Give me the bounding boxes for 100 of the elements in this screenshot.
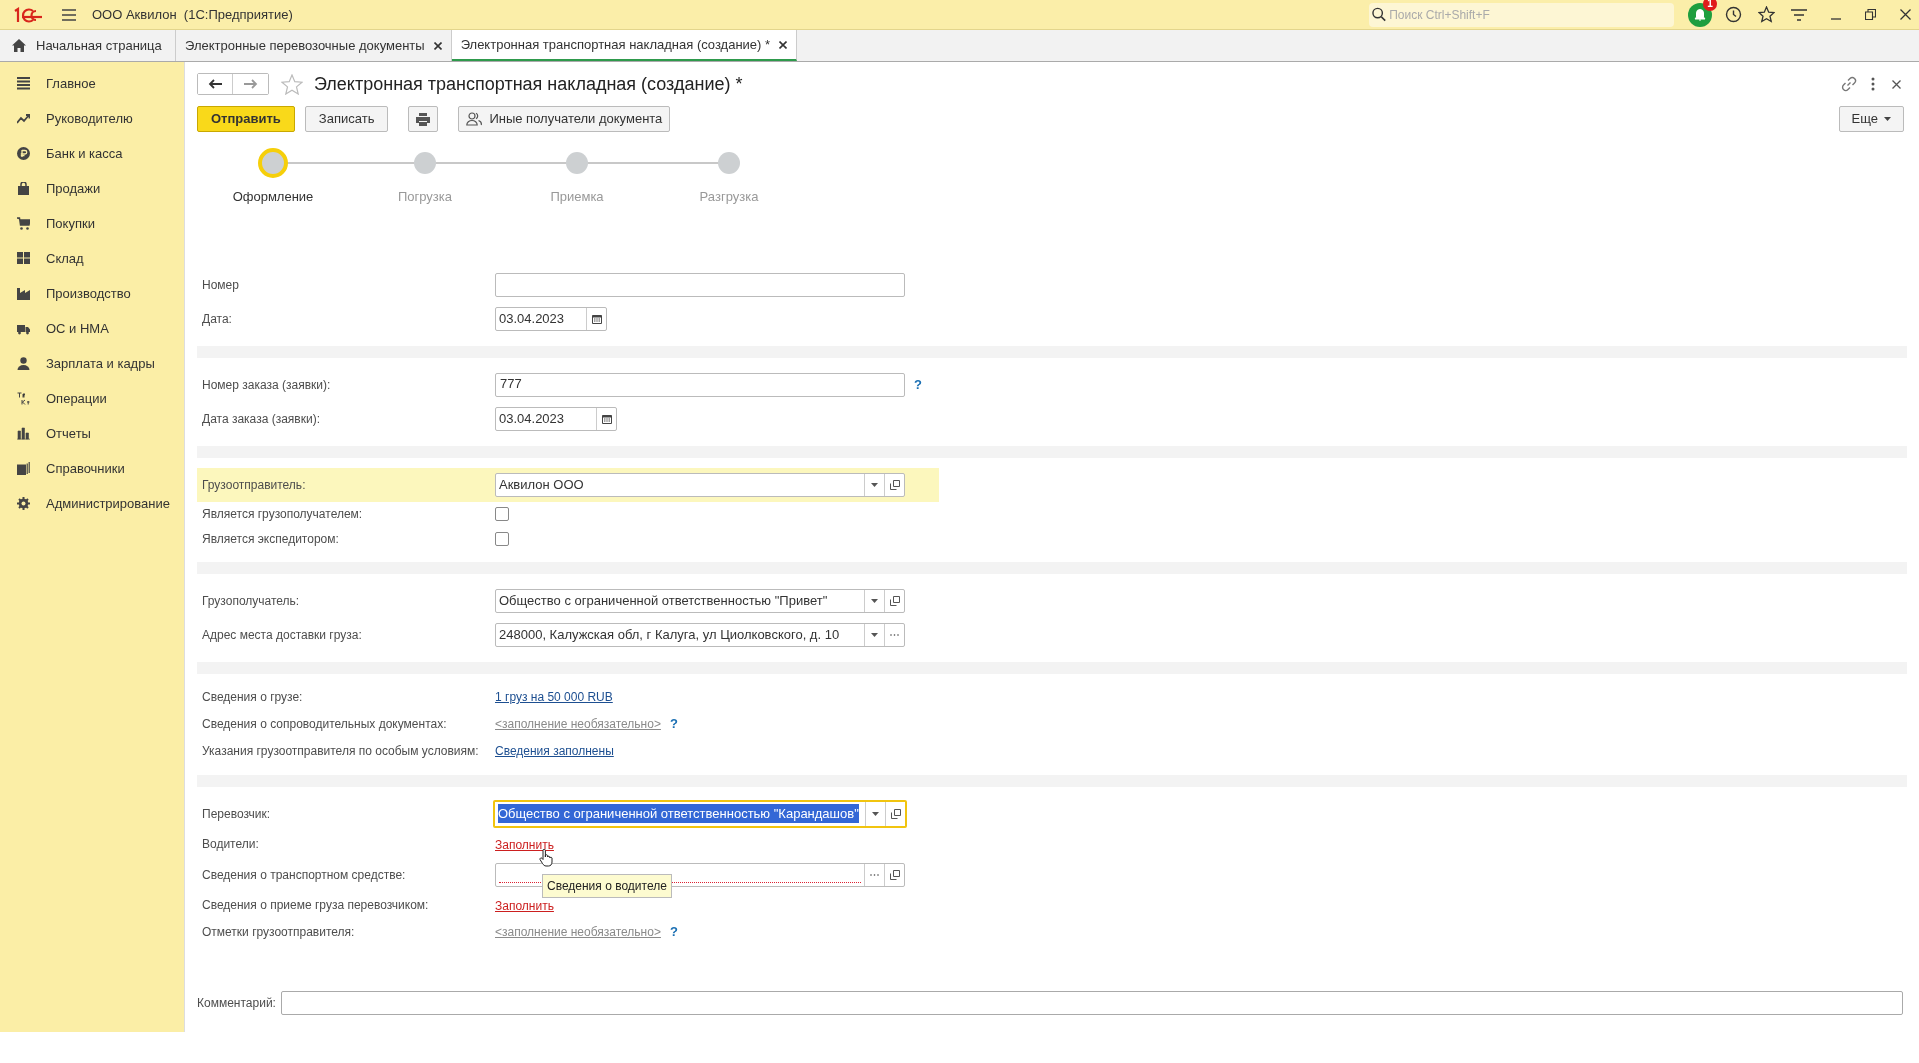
cart-icon [17,217,30,230]
comment-field[interactable] [280,991,1903,1015]
checkbox[interactable] [495,507,509,521]
help-link[interactable]: ? [914,374,922,395]
sidebar-item[interactable]: Склад [0,241,184,276]
close-icon[interactable] [1900,9,1911,20]
link[interactable]: 1 груз на 50 000 RUB [495,688,613,706]
shopping-bag-icon [17,182,30,195]
more-button[interactable]: Еще [1838,106,1904,132]
books-icon [17,462,30,475]
text-field[interactable]: 777 [495,372,905,397]
link[interactable]: Заполнить [495,838,554,852]
field-label: Является экспедитором: [201,531,340,548]
bell-icon[interactable] [1688,2,1712,27]
field-label: Указания грузоотправителя по особым условиям: [201,743,480,760]
step-marker[interactable] [414,152,436,174]
step-marker[interactable] [258,148,288,178]
date-field[interactable]: 03.04.2023 [495,306,607,331]
link[interactable]: <заполнение необязательно> [495,715,661,733]
caret-icon [871,632,878,637]
tab[interactable]: Электронные перевозочные документы [176,30,452,61]
field-label: Номер [201,276,240,294]
send-button[interactable]: Отправить [197,106,295,132]
field-label: Грузоотправитель: [201,476,307,494]
star-icon[interactable] [281,73,303,95]
sidebar-item[interactable]: Администрирование [0,486,184,521]
search-field[interactable]: Поиск Ctrl+Shift+F [1369,2,1674,27]
close-icon[interactable] [1892,79,1901,89]
ruble-icon [17,147,30,160]
people-icon [466,112,483,126]
caret-icon [1884,117,1891,121]
step-marker[interactable] [718,152,740,174]
field-label: Адрес места доставки груза: [201,626,363,644]
link[interactable]: Заполнить [495,899,554,913]
other-recipients-button[interactable]: Иные получатели документа [458,106,671,132]
field-label: Является грузополучателем: [201,506,364,523]
close-icon[interactable] [433,41,442,50]
open-window-icon [890,808,901,819]
select-field[interactable]: Общество с ограниченной ответственностью "Карандашов" [493,799,907,828]
sidebar-item[interactable]: Производство [0,276,184,311]
logo-icon [12,6,44,23]
field-label: Отметки грузоотправителя: [201,924,356,941]
star-icon[interactable] [1758,6,1775,23]
checkbox[interactable] [495,532,509,546]
more-icon[interactable] [1871,77,1875,91]
ellipsis-icon [870,873,879,876]
sidebar-item[interactable]: Операции [0,381,184,416]
filter-icon[interactable] [1791,7,1807,22]
tab[interactable]: Электронная транспортная накладная (создание) * [451,30,798,61]
print-button[interactable] [408,106,439,132]
grid-icon [17,252,30,265]
ellipsis-icon [890,633,899,636]
home-icon [12,39,26,52]
text-field[interactable] [495,272,905,297]
trend-icon [17,112,30,125]
history-icon[interactable] [1725,6,1742,23]
date-field[interactable]: 03.04.2023 [495,406,617,431]
help-link[interactable]: ? [669,922,678,942]
tooltip: Сведения о водителе [542,873,672,898]
factory-icon [17,287,30,300]
link[interactable]: <заполнение необязательно> [495,923,661,941]
restore-icon[interactable] [1865,9,1876,20]
step-label: Разгрузка [699,188,759,206]
step-label: Оформление [232,188,314,206]
field-label: Грузополучатель: [201,592,301,610]
debit-credit-icon [17,392,30,405]
select-field[interactable]: 248000, Калужская обл, г Калуга, ул Циолковского, д. 10 [495,622,905,647]
sidebar-item[interactable]: Руководителю [0,101,184,136]
sidebar-item[interactable]: Справочники [0,451,184,486]
sidebar-item[interactable]: Зарплата и кадры [0,346,184,381]
sidebar-item[interactable]: ОС и НМА [0,311,184,346]
step-marker[interactable] [566,152,588,174]
open-window-icon [889,869,900,880]
notification-badge: 1 [1703,0,1717,11]
sidebar-item[interactable]: Главное [0,66,184,101]
open-window-icon [889,479,900,490]
save-button[interactable]: Записать [304,106,389,132]
field-label: Номер заказа (заявки): [201,376,332,394]
link[interactable]: Сведения заполнены [495,742,614,760]
field-label: Сведения о сопроводительных документах: [201,716,448,733]
close-icon[interactable] [779,40,788,49]
field-label: Перевозчик: [201,805,272,823]
search-input[interactable]: Поиск Ctrl+Shift+F [1389,5,1671,24]
sidebar-item[interactable]: Покупки [0,206,184,241]
printer-icon [416,112,431,126]
caret-icon [871,598,878,603]
sidebar-item[interactable]: Отчеты [0,416,184,451]
gear-icon [17,497,30,510]
link-icon[interactable] [1841,76,1857,92]
select-field[interactable]: Аквилон ООО [495,472,905,497]
help-link[interactable]: ? [669,714,678,734]
document-title: Электронная транспортная накладная (создание) * [314,72,743,96]
bar-chart-icon [17,427,30,440]
back-button[interactable] [198,74,233,94]
tab[interactable]: Начальная страница [0,30,176,61]
menu-icon[interactable] [62,8,76,21]
sidebar-item[interactable]: Продажи [0,171,184,206]
step-label: Приемка [550,188,604,206]
select-field[interactable]: Общество с ограниченной ответственностью "Привет" [495,588,905,613]
sidebar-item[interactable]: Банк и касса [0,136,184,171]
